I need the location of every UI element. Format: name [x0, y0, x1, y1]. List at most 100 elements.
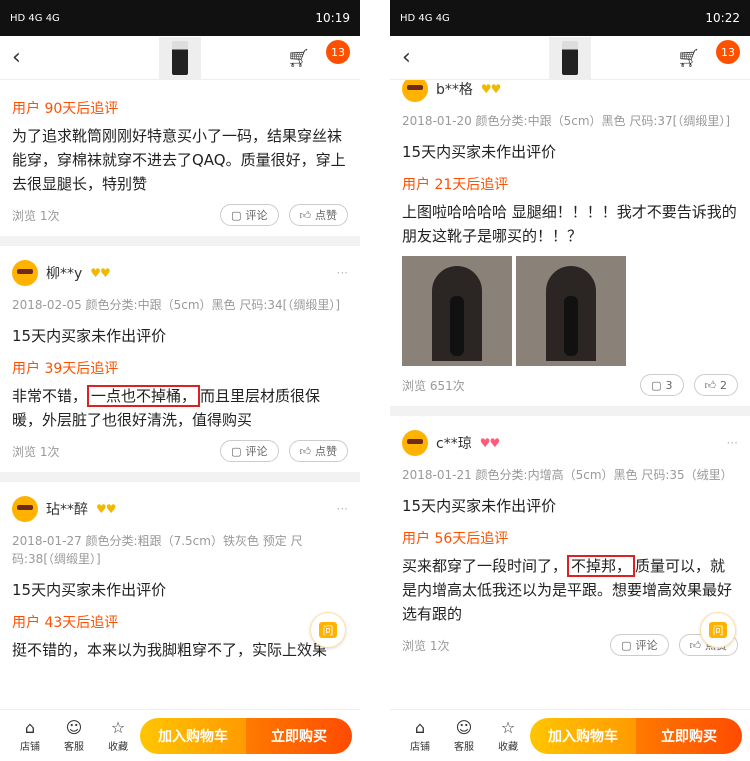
favorite-button[interactable]: ☆ 收藏	[96, 718, 140, 753]
review-photo[interactable]	[402, 256, 512, 366]
back-icon[interactable]: ‹	[402, 45, 426, 70]
avatar	[402, 80, 428, 102]
service-icon: ☺	[455, 718, 473, 737]
buy-now-button[interactable]: 立即购买	[246, 717, 352, 754]
followup-label: 用户 56天后追评	[402, 531, 509, 547]
more-options-icon[interactable]: ···	[337, 266, 348, 280]
followup-text: 上图啦哈哈哈哈 显腿细！！！！我才不要告诉我的朋友这靴子是哪买的！！？	[402, 203, 737, 245]
review-photo[interactable]	[516, 256, 626, 366]
avatar	[402, 430, 428, 456]
view-count: 浏览 1次	[12, 444, 60, 459]
top-nav-bar: ‹ 🛒︎ 13	[0, 36, 360, 80]
cart-icon[interactable]: 🛒︎	[677, 48, 700, 69]
like-button[interactable]: 👍︎点赞	[288, 204, 348, 226]
status-time: 10:22	[705, 11, 740, 25]
service-icon: ☺	[65, 718, 83, 737]
service-button[interactable]: ☺ 客服	[52, 718, 96, 753]
phone-screen-left: HD 4G 4G 10:19 ‹ 🛒︎ 13 用户 90天后追评 为了追求靴筒刚…	[0, 0, 360, 761]
followup-label: 用户 43天后追评	[12, 615, 119, 631]
comment-icon: ▢	[651, 378, 662, 392]
level-hearts-icon: ♥♥	[480, 82, 501, 96]
review-item: 柳**y ♥♥ ··· 2018-02-05 颜色分类:中跟（5cm）黑色 尺码…	[0, 246, 360, 472]
followup-label: 用户 21天后追评	[402, 177, 509, 193]
shop-icon: ⌂	[414, 718, 426, 737]
review-text: 15天内买家未作出评价	[402, 497, 557, 515]
ask-question-button[interactable]: 问	[700, 612, 736, 648]
avatar	[12, 496, 38, 522]
service-button[interactable]: ☺ 客服	[442, 718, 486, 753]
shop-icon: ⌂	[24, 718, 36, 737]
product-thumbnail[interactable]	[549, 36, 591, 79]
reviewer-name: b**格	[436, 82, 473, 98]
review-item: c**琼 ♥♥ ··· 2018-01-21 颜色分类:内增高（5cm）黑色 尺…	[390, 416, 750, 666]
review-list[interactable]: b**格 ♥♥ 2018-01-20 颜色分类:中跟（5cm）黑色 尺码:37[…	[390, 80, 750, 709]
top-nav-bar: ‹ 🛒︎ 13	[390, 36, 750, 80]
favorite-button[interactable]: ☆ 收藏	[486, 718, 530, 753]
review-item: 用户 90天后追评 为了追求靴筒刚刚好特意买小了一码，结果穿丝袜能穿，穿棉袜就穿…	[0, 80, 360, 236]
comment-button[interactable]: ▢ 评论	[220, 440, 279, 462]
review-meta: 2018-01-27 颜色分类:粗跟（7.5cm）铁灰色 预定 尺码:38[（绸…	[12, 534, 303, 566]
review-text: 15天内买家未作出评价	[402, 143, 557, 161]
product-thumbnail[interactable]	[159, 36, 201, 79]
level-hearts-icon: ♥♥	[90, 266, 110, 280]
star-icon: ☆	[110, 718, 126, 737]
back-icon[interactable]: ‹	[12, 45, 36, 70]
highlight-box: 不掉邦，	[567, 555, 636, 577]
shop-button[interactable]: ⌂ 店铺	[8, 718, 52, 753]
status-bar: HD 4G 4G 10:19	[0, 0, 360, 36]
review-photos	[402, 256, 738, 366]
comment-button[interactable]: ▢ 评论	[220, 204, 279, 226]
followup-label: 用户 39天后追评	[12, 361, 119, 377]
reviewer-name: 玷**醉	[46, 502, 88, 518]
bottom-action-bar: ⌂ 店铺 ☺ 客服 ☆ 收藏 加入购物车 立即购买	[390, 709, 750, 761]
network-indicators: HD 4G 4G	[10, 12, 60, 24]
comment-button[interactable]: ▢ 3	[640, 374, 684, 396]
level-hearts-icon: ♥♥	[96, 502, 116, 516]
reviewer-name: c**琼	[436, 436, 472, 452]
followup-text: 非常不错， 一点也不掉桶， 而且里层材质很保暖，外层脏了也很好清洗，值得购买	[12, 385, 321, 429]
ask-question-button[interactable]: 问	[310, 612, 346, 648]
comment-icon: ▢	[231, 444, 242, 458]
phone-screen-right: HD 4G 4G 10:22 ‹ 🛒︎ 13 b**格 ♥♥ 2018-01-2…	[390, 0, 750, 761]
network-indicators: HD 4G 4G	[400, 12, 450, 24]
shop-button[interactable]: ⌂ 店铺	[398, 718, 442, 753]
like-button[interactable]: 👍︎ 2	[693, 374, 738, 396]
comment-button[interactable]: ▢ 评论	[610, 634, 669, 656]
review-text: 15天内买家未作出评价	[12, 581, 167, 599]
review-meta: 2018-01-21 颜色分类:内增高（5cm）黑色 尺码:35（绒里）	[402, 468, 733, 482]
star-icon: ☆	[500, 718, 516, 737]
bottom-action-bar: ⌂ 店铺 ☺ 客服 ☆ 收藏 加入购物车 立即购买	[0, 709, 360, 761]
reviewer-name: 柳**y	[46, 266, 83, 282]
more-options-icon[interactable]: ···	[337, 502, 348, 516]
view-count: 浏览 651次	[402, 378, 465, 393]
thumbs-up-icon: 👍︎	[299, 444, 312, 458]
followup-text: 挺不错的，本来以为我脚粗穿不了，实际上效果	[12, 641, 328, 659]
review-meta: 2018-01-20 颜色分类:中跟（5cm）黑色 尺码:37[（绸缎里）]	[402, 114, 731, 128]
review-text: 15天内买家未作出评价	[12, 327, 167, 345]
review-item: 玷**醉 ♥♥ ··· 2018-01-27 颜色分类:粗跟（7.5cm）铁灰色…	[0, 482, 360, 680]
followup-text: 买来都穿了一段时间了， 不掉邦， 质量可以，就是内增高太低我还以为是平跟。想要增高效…	[402, 555, 733, 623]
more-options-icon[interactable]: ···	[727, 436, 738, 450]
cart-count-badge: 13	[716, 40, 740, 64]
review-list[interactable]: 用户 90天后追评 为了追求靴筒刚刚好特意买小了一码，结果穿丝袜能穿，穿棉袜就穿…	[0, 80, 360, 709]
thumbs-up-icon: 👍︎	[704, 378, 717, 392]
add-to-cart-button[interactable]: 加入购物车	[140, 717, 246, 754]
thumbs-up-icon: 👍︎	[689, 638, 702, 652]
thumbs-up-icon: 👍︎	[299, 208, 312, 222]
avatar	[12, 260, 38, 286]
followup-text: 为了追求靴筒刚刚好特意买小了一码，结果穿丝袜能穿，穿棉袜就穿不进去了QAQ。质量…	[12, 127, 346, 193]
like-button[interactable]: 👍︎点赞	[288, 440, 348, 462]
review-item: b**格 ♥♥ 2018-01-20 颜色分类:中跟（5cm）黑色 尺码:37[…	[390, 80, 750, 406]
cart-count-badge: 13	[326, 40, 350, 64]
add-to-cart-button[interactable]: 加入购物车	[530, 717, 636, 754]
level-hearts-icon: ♥♥	[479, 436, 500, 450]
comment-icon: ▢	[231, 208, 242, 222]
comment-icon: ▢	[621, 638, 632, 652]
buy-now-button[interactable]: 立即购买	[636, 717, 742, 754]
view-count: 浏览 1次	[12, 208, 60, 223]
status-time: 10:19	[315, 11, 350, 25]
status-bar: HD 4G 4G 10:22	[390, 0, 750, 36]
cart-icon[interactable]: 🛒︎	[287, 48, 310, 69]
highlight-box: 一点也不掉桶，	[87, 385, 201, 407]
review-meta: 2018-02-05 颜色分类:中跟（5cm）黑色 尺码:34[（绸缎里）]	[12, 298, 341, 312]
